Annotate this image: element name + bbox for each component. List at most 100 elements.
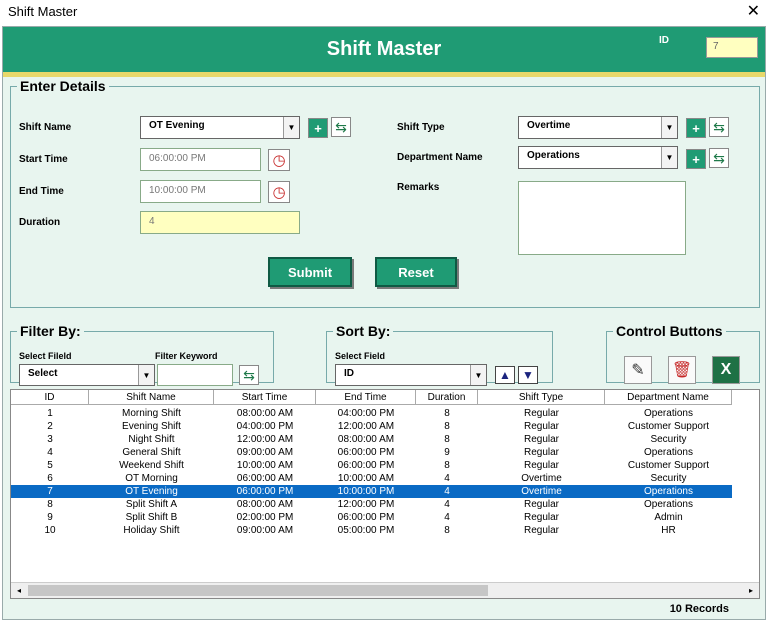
department-label: Department Name (397, 152, 483, 163)
chevron-down-icon[interactable]: ▼ (661, 117, 677, 138)
chevron-down-icon[interactable]: ▼ (283, 117, 299, 138)
start-time-field[interactable]: 06:00:00 PM (140, 148, 261, 171)
chevron-down-icon[interactable]: ▼ (470, 365, 486, 385)
cell-shift-name: Holiday Shift (123, 525, 180, 536)
department-combo[interactable]: Operations ▼ (518, 146, 678, 169)
table-row[interactable]: 1 Morning Shift 08:00:00 AM 04:00:00 PM 8 Reg… (11, 407, 732, 420)
filter-keyword-input[interactable] (157, 364, 233, 386)
sort-ascending-icon[interactable]: ▲ (495, 366, 515, 384)
cell-department-name: Security (650, 473, 687, 484)
column-header-shift-name[interactable]: Shift Name (89, 390, 214, 405)
cell-department-name: Customer Support (627, 460, 710, 471)
cell-shift-name: Weekend Shift (119, 460, 184, 471)
chevron-down-icon[interactable]: ▼ (138, 365, 154, 385)
cell-department-name: Security (650, 434, 687, 445)
form-header: Shift Master ID 7 (3, 27, 765, 72)
delete-icon[interactable]: 🗑 (668, 356, 696, 384)
sort-legend: Sort By: (336, 323, 391, 339)
page-title: Shift Master (326, 38, 442, 60)
cell-id: 1 (47, 408, 53, 419)
cell-end-time: 12:00:00 AM (337, 421, 395, 432)
excel-export-icon[interactable]: X (712, 356, 740, 384)
column-header-duration[interactable]: Duration (416, 390, 478, 405)
cell-duration: 8 (444, 434, 450, 445)
shift-name-label: Shift Name (19, 122, 72, 133)
cell-end-time: 04:00:00 PM (337, 408, 395, 419)
shift-name-value: OT Evening (149, 120, 205, 131)
refresh-shift-name-button[interactable]: ⇆ (331, 117, 351, 137)
scroll-right-icon[interactable]: ▸ (743, 583, 759, 598)
refresh-filter-button[interactable]: ⇆ (239, 365, 259, 385)
filter-field-combo[interactable]: Select ▼ (19, 364, 155, 386)
column-header-shift-type[interactable]: Shift Type (478, 390, 605, 405)
table-row[interactable]: 9 Split Shift B 02:00:00 PM 06:00:00 PM 4 Reg… (11, 511, 732, 524)
chevron-down-icon[interactable]: ▼ (661, 147, 677, 168)
add-shift-name-button[interactable]: + (308, 118, 328, 138)
table-row[interactable]: 3 Night Shift 12:00:00 AM 08:00:00 AM 8 Regul… (11, 433, 732, 446)
cell-start-time: 06:00:00 AM (236, 473, 294, 484)
start-time-clock-icon[interactable]: ◷ (268, 149, 290, 171)
scroll-thumb[interactable] (28, 585, 488, 596)
cell-id: 10 (44, 525, 56, 536)
reset-button[interactable]: Reset (375, 257, 457, 287)
cell-department-name: Operations (644, 499, 693, 510)
table-row[interactable]: 6 OT Morning 06:00:00 AM 10:00:00 AM 4 Overti… (11, 472, 732, 485)
sort-field-combo[interactable]: ID ▼ (335, 364, 487, 386)
cell-duration: 4 (444, 512, 450, 523)
cell-end-time: 12:00:00 PM (337, 499, 395, 510)
control-legend: Control Buttons (616, 323, 723, 339)
column-header-id[interactable]: ID (11, 390, 89, 405)
table-row[interactable]: 10 Holiday Shift 09:00:00 AM 05:00:00 PM 8 Re… (11, 524, 732, 537)
cell-duration: 8 (444, 525, 450, 536)
end-time-field[interactable]: 10:00:00 PM (140, 180, 261, 203)
cell-shift-name: Night Shift (128, 434, 175, 445)
cell-shift-name: General Shift (122, 447, 181, 458)
cell-start-time: 10:00:00 AM (236, 460, 294, 471)
cell-duration: 4 (444, 499, 450, 510)
table-row[interactable]: 5 Weekend Shift 10:00:00 AM 06:00:00 PM 8 Reg… (11, 459, 732, 472)
cell-department-name: Operations (644, 486, 693, 497)
cell-start-time: 12:00:00 AM (236, 434, 294, 445)
cell-end-time: 10:00:00 PM (337, 486, 395, 497)
record-count: 10 Records (669, 603, 729, 615)
submit-button[interactable]: Submit (268, 257, 352, 287)
column-header-department-name[interactable]: Department Name (605, 390, 732, 405)
sort-descending-icon[interactable]: ▼ (518, 366, 538, 384)
shift-grid[interactable]: ID Shift Name Start Time End Time Duration Sh… (10, 389, 760, 599)
column-header-end-time[interactable]: End Time (316, 390, 416, 405)
table-row[interactable]: 7 OT Evening 06:00:00 PM 10:00:00 PM 4 Overti… (11, 485, 732, 498)
close-icon[interactable]: ✕ (747, 1, 760, 21)
shift-type-combo[interactable]: Overtime ▼ (518, 116, 678, 139)
horizontal-scrollbar[interactable]: ◂ ▸ (11, 582, 759, 598)
add-department-button[interactable]: + (686, 149, 706, 169)
duration-field[interactable]: 4 (140, 211, 300, 234)
table-row[interactable]: 4 General Shift 09:00:00 AM 06:00:00 PM 9 Reg… (11, 446, 732, 459)
filter-group: Filter By: Select Fileld Filter Keyword … (10, 323, 274, 386)
shift-name-combo[interactable]: OT Evening ▼ (140, 116, 300, 139)
refresh-department-button[interactable]: ⇆ (709, 148, 729, 168)
cell-start-time: 09:00:00 AM (236, 447, 294, 458)
cell-id: 2 (47, 421, 53, 432)
id-field[interactable]: 7 (706, 37, 758, 58)
end-time-clock-icon[interactable]: ◷ (268, 181, 290, 203)
table-row[interactable]: 8 Split Shift A 08:00:00 AM 12:00:00 PM 4 Reg… (11, 498, 732, 511)
cell-start-time: 09:00:00 AM (236, 525, 294, 536)
cell-shift-name: Split Shift A (125, 499, 178, 510)
scroll-left-icon[interactable]: ◂ (11, 583, 27, 598)
edit-icon[interactable]: ✎ (624, 356, 652, 384)
end-time-label: End Time (19, 186, 64, 197)
remarks-textarea[interactable] (518, 181, 686, 255)
add-shift-type-button[interactable]: + (686, 118, 706, 138)
sort-field-value: ID (344, 368, 354, 379)
cell-end-time: 10:00:00 AM (337, 473, 395, 484)
filter-field-value: Select (28, 368, 58, 379)
refresh-shift-type-button[interactable]: ⇆ (709, 117, 729, 137)
cell-shift-type: Regular (523, 421, 560, 432)
table-row[interactable]: 2 Evening Shift 04:00:00 PM 12:00:00 AM 8 Reg… (11, 420, 732, 433)
column-header-start-time[interactable]: Start Time (214, 390, 316, 405)
window-title: Shift Master (8, 4, 78, 19)
window-titlebar: Shift Master ✕ (0, 0, 768, 24)
enter-details-legend: Enter Details (20, 78, 106, 94)
cell-department-name: Admin (654, 512, 683, 523)
cell-duration: 4 (444, 486, 450, 497)
